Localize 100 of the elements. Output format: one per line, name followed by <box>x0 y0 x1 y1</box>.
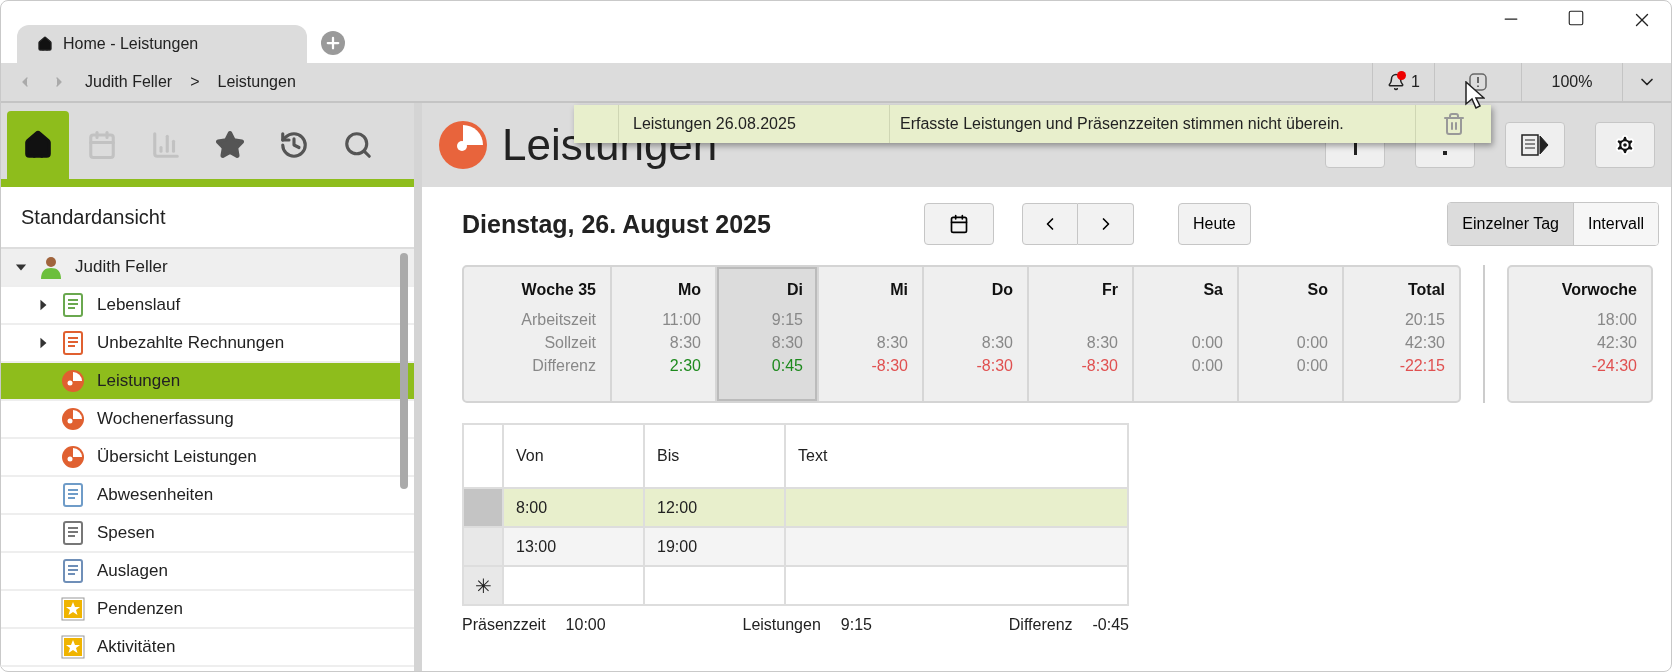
date-title: Dienstag, 26. August 2025 <box>462 209 772 239</box>
panel-button[interactable] <box>1505 122 1565 168</box>
difference-time: -22:15 <box>1399 357 1445 374</box>
day-name: Total <box>1406 281 1445 300</box>
day-name: So <box>1306 281 1328 300</box>
day-name: Vorwoche <box>1560 281 1637 300</box>
maximize-icon[interactable] <box>1567 9 1585 27</box>
table-cell[interactable]: 8:00 <box>502 489 643 526</box>
difference-time: -24:30 <box>1591 357 1637 374</box>
tree-item-label[interactable]: Übersicht Leistungen <box>97 447 257 467</box>
tree-item-label[interactable]: Aktivitäten <box>97 637 176 657</box>
list-arrow-icon <box>1521 134 1549 156</box>
summary-value: 9:15 <box>840 616 872 634</box>
worked-time: 20:15 <box>1404 311 1445 328</box>
search-icon <box>343 130 373 160</box>
collapsed-arrow-icon[interactable] <box>37 298 49 312</box>
star-icon <box>61 635 85 659</box>
tree-item-label[interactable]: Abwesenheiten <box>97 485 214 505</box>
target-time: 0:00 <box>1296 334 1328 351</box>
settings-icon <box>1614 134 1636 156</box>
add-tab-icon[interactable] <box>321 31 345 55</box>
calendar-button[interactable] <box>924 203 994 245</box>
table-cell[interactable]: 19:00 <box>643 528 784 565</box>
tree-item-label[interactable]: Leistungen <box>97 371 181 391</box>
tree-item-label[interactable]: Judith Feller <box>75 257 168 277</box>
summary-value: 10:00 <box>565 616 606 634</box>
summary-value: -0:45 <box>1092 616 1129 634</box>
week-title: Woche 35 <box>520 281 596 300</box>
tree-item-label[interactable]: Auslagen <box>97 561 168 581</box>
document-icon <box>61 521 85 545</box>
settings-button[interactable] <box>1595 122 1655 168</box>
tree-item-label[interactable]: Wochenerfassung <box>97 409 234 429</box>
sidebar-tab[interactable] <box>7 111 69 179</box>
target-time: 8:30 <box>771 334 803 351</box>
day-name: Sa <box>1202 281 1223 300</box>
worked-time: 18:00 <box>1596 311 1637 328</box>
breadcrumb-link[interactable]: Leistungen <box>217 73 296 91</box>
bar-chart-icon <box>151 130 181 160</box>
collapsed-arrow-icon[interactable] <box>37 336 49 350</box>
notification-message: Erfasste Leistungen und Präsenzzeiten stimmen nicht überein. <box>900 115 1344 133</box>
tree-item-label[interactable]: Pendenzen <box>97 599 184 619</box>
day-name: Fr <box>1101 281 1118 300</box>
browser-tab[interactable]: Home - Leistungen <box>17 25 307 63</box>
zoom-level[interactable]: 100% <box>1551 73 1593 91</box>
tree-item-label[interactable]: Unbezahlte Rechnungen <box>97 333 285 353</box>
difference-time: 2:30 <box>669 357 701 374</box>
day-name: Mi <box>889 281 908 300</box>
scrollbar[interactable] <box>400 253 408 489</box>
breadcrumb-link[interactable]: Judith Feller <box>85 73 173 91</box>
difference-time: 0:00 <box>1296 357 1328 374</box>
notification-count: 1 <box>1411 73 1420 91</box>
target-time: 8:30 <box>981 334 1013 351</box>
home-icon <box>37 36 53 52</box>
day-name: Mo <box>676 281 701 300</box>
bell-icon[interactable] <box>1387 73 1406 91</box>
mouse-cursor-icon <box>1465 81 1485 109</box>
document-icon <box>61 559 85 583</box>
target-time: 8:30 <box>876 334 908 351</box>
row-label: Arbeitszeit <box>520 311 596 330</box>
tree-item-label[interactable]: Spesen <box>97 523 155 543</box>
pie-logo-icon <box>438 120 488 170</box>
document-icon <box>61 331 85 355</box>
alert-icon[interactable] <box>1469 73 1487 91</box>
table-cell[interactable]: 12:00 <box>643 489 784 526</box>
pie-icon <box>61 445 85 469</box>
target-time: 0:00 <box>1191 334 1223 351</box>
difference-time: 0:00 <box>1191 357 1223 374</box>
vertical-bar-icon <box>1353 143 1357 155</box>
document-icon <box>61 293 85 317</box>
target-time: 8:30 <box>669 334 701 351</box>
star-icon <box>61 597 85 621</box>
pie-icon <box>61 369 85 393</box>
difference-time: -8:30 <box>1081 357 1118 374</box>
difference-time: 0:45 <box>771 357 803 374</box>
home-icon <box>23 130 53 160</box>
worked-time: 9:15 <box>771 311 803 328</box>
summary-label: Leistungen <box>742 616 821 634</box>
view-mode-tab[interactable]: Intervall <box>1572 203 1658 245</box>
row-label: Differenz <box>531 357 596 376</box>
view-mode-tab[interactable]: Einzelner Tag <box>1448 203 1573 245</box>
new-row-marker: ✳ <box>464 567 502 604</box>
pie-icon <box>61 407 85 431</box>
day-name: Do <box>990 281 1013 300</box>
today-button[interactable]: Heute <box>1178 203 1251 245</box>
row-marker[interactable] <box>464 489 502 526</box>
target-time: 8:30 <box>1086 334 1118 351</box>
row-label: Sollzeit <box>543 334 596 353</box>
calendar-icon <box>87 130 117 160</box>
tree-item-label[interactable]: Lebenslauf <box>97 295 181 315</box>
summary-label: Differenz <box>1008 616 1073 634</box>
summary-label: Präsenzzeit <box>462 616 546 634</box>
breadcrumb-separator: > <box>190 73 200 91</box>
history-icon <box>279 130 309 160</box>
calendar-icon <box>949 214 969 234</box>
worked-time: 11:00 <box>662 311 701 328</box>
day-name: Di <box>786 281 803 300</box>
table-cell[interactable]: 13:00 <box>502 528 643 565</box>
difference-time: -8:30 <box>976 357 1013 374</box>
target-time: 42:30 <box>1404 334 1445 351</box>
target-time: 42:30 <box>1596 334 1637 351</box>
